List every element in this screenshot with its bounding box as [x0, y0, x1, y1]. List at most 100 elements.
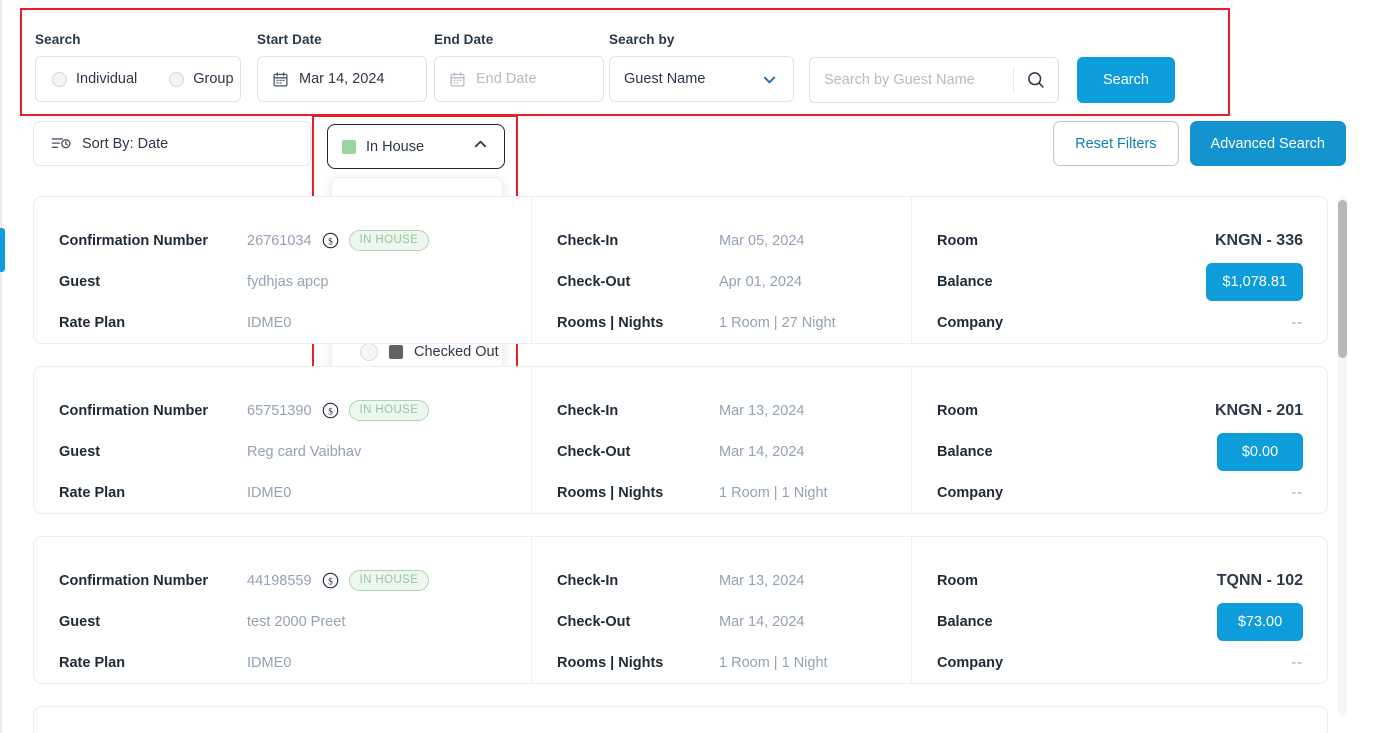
advanced-search-button[interactable]: Advanced Search [1190, 121, 1346, 166]
chevron-down-icon [760, 70, 779, 89]
company-value: -- [1291, 655, 1303, 671]
search-panel: Search Individual Group Start Date [20, 8, 1230, 116]
start-date-field: Start Date Mar 14, 2024 [257, 32, 427, 102]
company-value: -- [1291, 485, 1303, 501]
check-out-value: Mar 14, 2024 [719, 614, 804, 630]
rate-plan-label: Rate Plan [59, 315, 247, 331]
radio-group-label: Group [193, 71, 233, 87]
sidebar-collapse-tab[interactable] [0, 228, 5, 272]
guest-value[interactable]: Reg card Vaibhav [247, 444, 361, 460]
search-icon[interactable] [1026, 70, 1046, 90]
sort-by-control[interactable]: Sort By: Date [33, 121, 311, 166]
room-value: KNGN - 201 [1215, 402, 1303, 420]
check-out-label: Check-Out [557, 274, 719, 290]
reservation-card[interactable]: Confirmation Number 65751390 $ IN HOUSE [33, 366, 1328, 514]
sort-icon [51, 135, 71, 152]
balance-button[interactable]: $0.00 [1217, 433, 1303, 471]
status-badge: IN HOUSE [349, 400, 430, 421]
start-date-input[interactable]: Mar 14, 2024 [257, 56, 427, 102]
reservation-stay: Check-In Mar 05, 2024 Check-Out Apr 01, … [531, 197, 911, 343]
company-label: Company [937, 655, 1099, 671]
dollar-coin-icon[interactable]: $ [321, 401, 340, 420]
guest-label: Guest [59, 614, 247, 630]
svg-text:$: $ [328, 406, 333, 416]
svg-text:$: $ [328, 576, 333, 586]
search-label: Search [35, 32, 241, 47]
search-input-placeholder: Search by Guest Name [824, 72, 975, 88]
search-input[interactable]: Search by Guest Name [809, 57, 1059, 103]
guest-type-group[interactable]: Individual Group [35, 56, 241, 102]
reservation-card[interactable]: Confirmation Number 44198559 $ IN HOUSE [33, 536, 1328, 684]
guest-label: Guest [59, 444, 247, 460]
search-type-field: Search Individual Group [35, 32, 241, 102]
balance-label: Balance [937, 614, 1099, 630]
rooms-nights-label: Rooms | Nights [557, 485, 719, 501]
svg-text:$: $ [328, 236, 333, 246]
guest-value[interactable]: fydhjas apcp [247, 274, 328, 290]
search-by-select[interactable]: Guest Name [609, 56, 794, 102]
reservations-search-page: Search Individual Group Start Date [0, 0, 1373, 733]
search-button[interactable]: Search [1077, 57, 1175, 103]
reservation-details: Confirmation Number 65751390 $ IN HOUSE [34, 367, 531, 513]
reservation-details: Confirmation Number 26761034 $ IN HOUSE [34, 197, 531, 343]
radio-individual[interactable]: Individual [52, 71, 137, 87]
balance-button[interactable]: $73.00 [1217, 603, 1303, 641]
balance-label: Balance [937, 444, 1099, 460]
guest-value[interactable]: test 2000 Preet [247, 614, 345, 630]
confirmation-number-label: Confirmation Number [59, 233, 247, 249]
balance-button[interactable]: $1,078.81 [1206, 263, 1303, 301]
end-date-placeholder: End Date [476, 71, 536, 87]
reservation-stay: Check-In Mar 13, 2024 Check-Out Mar 14, … [531, 367, 911, 513]
calendar-icon [272, 71, 289, 88]
reset-filters-button[interactable]: Reset Filters [1053, 121, 1178, 166]
end-date-input[interactable]: End Date [434, 56, 604, 102]
rooms-nights-value: 1 Room | 27 Night [719, 315, 836, 331]
search-by-value: Guest Name [624, 71, 705, 87]
reservation-details: Confirmation Number 44198559 $ IN HOUSE [34, 537, 531, 683]
rooms-nights-label: Rooms | Nights [557, 655, 719, 671]
dollar-coin-icon[interactable]: $ [321, 571, 340, 590]
company-label: Company [937, 315, 1099, 331]
check-out-label: Check-Out [557, 614, 719, 630]
reservation-summary: Room KNGN - 201 Balance $0.00 Company -- [911, 367, 1327, 513]
check-in-label: Check-In [557, 403, 719, 419]
confirmation-number-value[interactable]: 44198559 [247, 573, 312, 589]
check-in-value: Mar 13, 2024 [719, 403, 804, 419]
company-value: -- [1291, 315, 1303, 331]
check-in-label: Check-In [557, 573, 719, 589]
reservation-summary: Room KNGN - 336 Balance $1,078.81 Compan… [911, 197, 1327, 343]
input-divider [1013, 68, 1014, 92]
balance-label: Balance [937, 274, 1099, 290]
confirmation-number-label: Confirmation Number [59, 403, 247, 419]
start-date-value: Mar 14, 2024 [299, 71, 384, 87]
radio-individual-label: Individual [76, 71, 137, 87]
left-rail [0, 0, 2, 733]
check-in-value: Mar 13, 2024 [719, 573, 804, 589]
check-out-value: Mar 14, 2024 [719, 444, 804, 460]
status-badge: IN HOUSE [349, 230, 430, 251]
radio-group[interactable]: Group [169, 71, 233, 87]
reservation-card[interactable] [33, 706, 1328, 733]
check-out-value: Apr 01, 2024 [719, 274, 802, 290]
sort-by-label: Sort By: Date [82, 136, 168, 152]
rate-plan-value: IDME0 [247, 485, 291, 501]
check-in-value: Mar 05, 2024 [719, 233, 804, 249]
status-filter-dropdown[interactable]: In House [327, 124, 505, 169]
search-by-label: Search by [609, 32, 794, 47]
rooms-nights-label: Rooms | Nights [557, 315, 719, 331]
room-label: Room [937, 573, 1099, 589]
company-label: Company [937, 485, 1099, 501]
reservation-list: Confirmation Number 26761034 $ IN HOUSE [33, 196, 1333, 733]
dollar-coin-icon[interactable]: $ [321, 231, 340, 250]
guest-label: Guest [59, 274, 247, 290]
room-value: TQNN - 102 [1217, 572, 1303, 590]
room-value: KNGN - 336 [1215, 232, 1303, 250]
calendar-icon [449, 71, 466, 88]
start-date-label: Start Date [257, 32, 427, 47]
room-label: Room [937, 233, 1099, 249]
list-scrollbar-thumb[interactable] [1338, 200, 1347, 358]
confirmation-number-value[interactable]: 65751390 [247, 403, 312, 419]
confirmation-number-value[interactable]: 26761034 [247, 233, 312, 249]
status-filter-value: In House [366, 139, 424, 155]
reservation-card[interactable]: Confirmation Number 26761034 $ IN HOUSE [33, 196, 1328, 344]
